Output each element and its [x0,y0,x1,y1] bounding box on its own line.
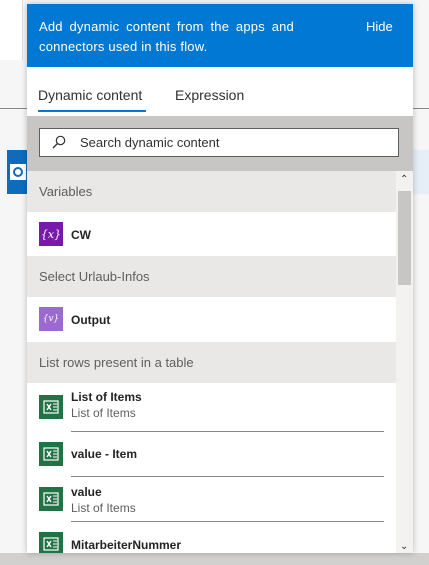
search-input[interactable] [80,129,390,156]
panel-header: Add dynamic content from the apps and co… [27,4,413,67]
list-item-mitarbeiternummer[interactable]: MitarbeiterNummer [27,522,396,553]
horizontal-scrollbar[interactable] [0,553,429,565]
header-description: Add dynamic content from the apps and co… [39,19,294,54]
section-header-variables: Variables [27,171,396,212]
tab-dynamic-content[interactable]: Dynamic content [38,85,142,105]
tab-expression[interactable]: Expression [175,85,244,105]
list-item-value[interactable]: value List of Items [27,477,396,521]
search-box[interactable] [39,128,399,157]
search-icon [52,135,66,149]
flow-card-edge [0,0,23,60]
variable-icon: {v} [39,307,63,331]
item-title: Output [71,313,111,327]
tab-bar: Dynamic content Expression [27,67,413,117]
list-item-list-of-items[interactable]: List of Items List of Items [27,383,396,431]
vertical-scrollbar[interactable]: ⌃ ⌄ [396,171,413,553]
item-subtitle: List of Items [71,501,136,515]
search-area [27,116,413,171]
excel-icon [39,395,63,419]
excel-icon [39,532,63,553]
dynamic-content-list: Variables {x} CW Select Urlaub-Infos {v}… [27,171,396,553]
item-subtitle: List of Items [71,406,136,420]
item-title: value - Item [71,447,138,461]
variable-icon: {x} [39,222,63,246]
scrollbar-thumb[interactable] [398,191,411,285]
scroll-down-icon[interactable]: ⌄ [400,542,408,552]
section-header-select-urlaub-infos: Select Urlaub-Infos [27,256,396,297]
dynamic-content-panel: Add dynamic content from the apps and co… [27,4,413,553]
item-title: MitarbeiterNummer [71,538,182,552]
hide-link[interactable]: Hide [366,17,393,37]
list-item-value-item[interactable]: value - Item [27,432,396,476]
active-tab-indicator [38,110,146,112]
list-item-cw[interactable]: {x} CW [27,212,396,256]
list-item-output[interactable]: {v} Output [27,297,396,342]
item-title: CW [71,228,91,242]
excel-icon [39,442,63,466]
excel-icon [39,487,63,511]
item-title: value [71,485,102,499]
scroll-up-icon[interactable]: ⌃ [400,175,408,185]
flow-action-card[interactable] [412,150,429,194]
item-title: List of Items [71,390,142,404]
section-header-list-rows: List rows present in a table [27,342,396,383]
